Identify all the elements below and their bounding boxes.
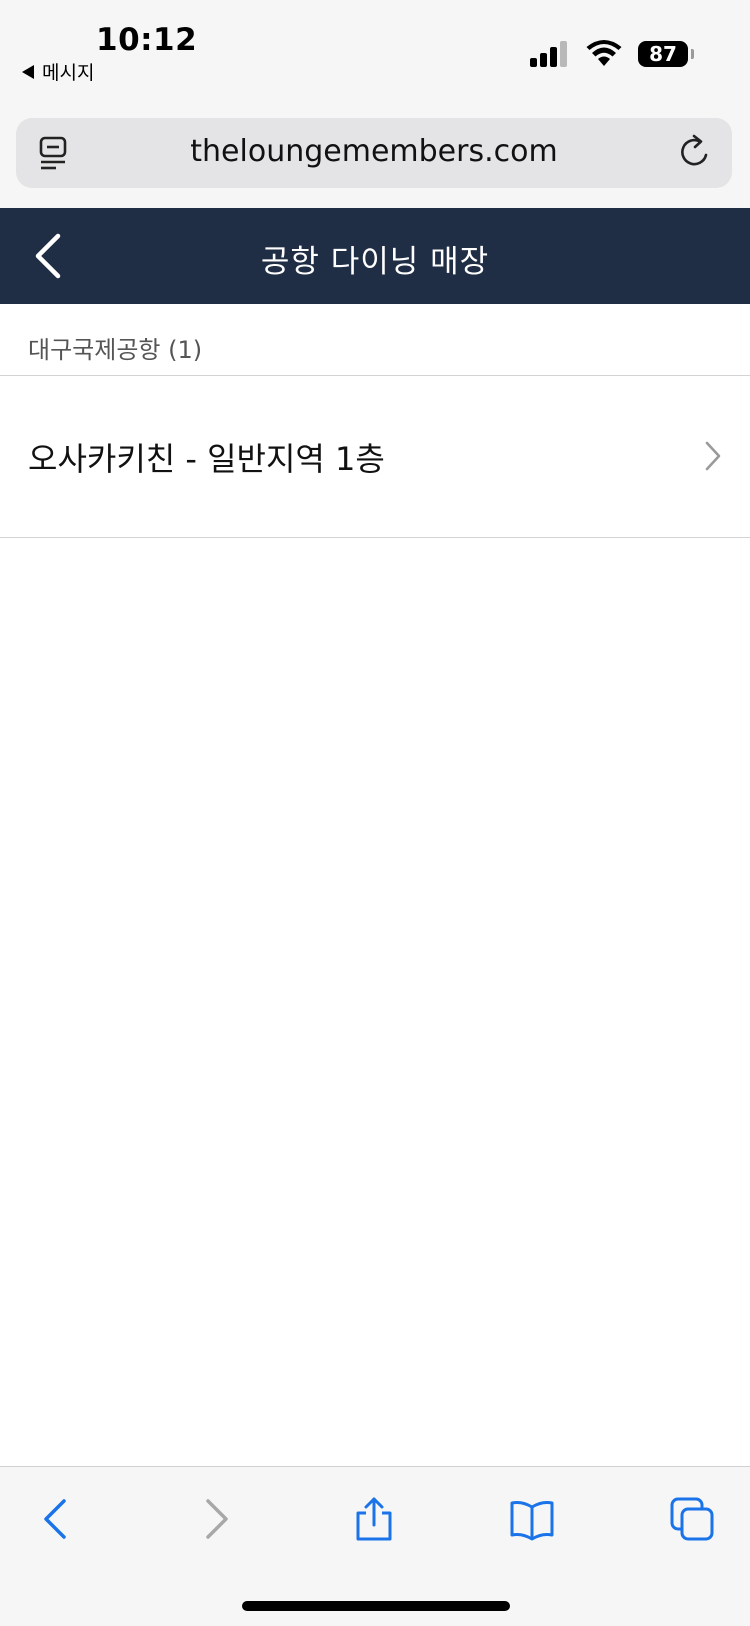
- browser-chrome: 10:12 메시지 87 theloungemembers.com: [0, 0, 750, 208]
- wifi-icon: [586, 40, 622, 66]
- tabs-icon[interactable]: [670, 1497, 714, 1541]
- list-item-name: 오사카키친 - 일반지역 1층: [28, 440, 385, 478]
- chevron-right-icon: [705, 441, 721, 471]
- section-header: 대구국제공항 (1): [0, 304, 750, 376]
- share-icon[interactable]: [352, 1497, 396, 1541]
- url-text[interactable]: theloungemembers.com: [16, 134, 732, 169]
- page-header: 공항 다이닝 매장: [0, 208, 750, 304]
- back-icon[interactable]: [34, 1497, 78, 1541]
- back-app-label: 메시지: [42, 62, 95, 84]
- back-triangle-icon: [22, 64, 34, 79]
- home-indicator: [242, 1601, 510, 1611]
- back-to-app-link[interactable]: 메시지: [22, 58, 94, 85]
- status-time: 10:12: [96, 22, 198, 58]
- list-item[interactable]: 오사카키친 - 일반지역 1층: [0, 376, 750, 538]
- battery-indicator: 87: [638, 41, 694, 67]
- reload-icon[interactable]: [676, 133, 714, 171]
- forward-icon[interactable]: [194, 1497, 238, 1541]
- section-label: 대구국제공항 (1): [28, 336, 203, 364]
- address-bar[interactable]: theloungemembers.com: [16, 118, 732, 188]
- bookmarks-icon[interactable]: [510, 1497, 554, 1541]
- status-indicators: 87: [530, 40, 694, 68]
- browser-toolbar: [0, 1466, 750, 1626]
- battery-level: 87: [649, 42, 677, 66]
- cellular-signal-icon: [530, 41, 570, 67]
- page-title: 공항 다이닝 매장: [260, 244, 490, 280]
- screen: 10:12 메시지 87 theloungemembers.com 공항 다이닝…: [0, 0, 750, 1626]
